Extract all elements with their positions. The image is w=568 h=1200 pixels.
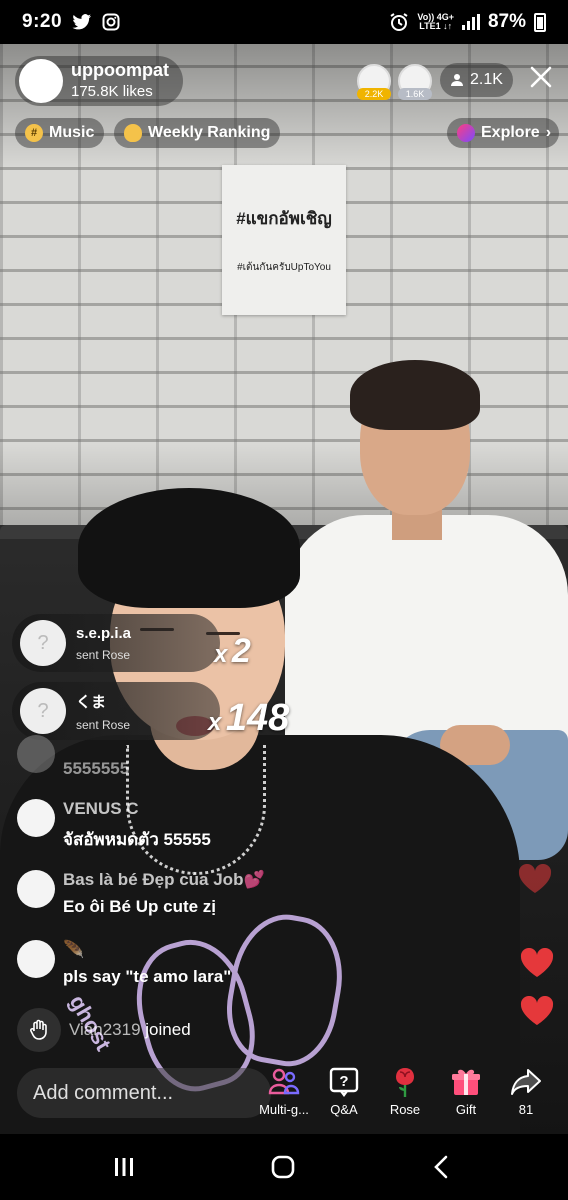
battery-icon bbox=[534, 12, 546, 32]
music-chip-label: Music bbox=[49, 124, 95, 141]
wave-icon bbox=[17, 1008, 61, 1052]
comment-text: Eo ôi Bé Up cute zị bbox=[63, 897, 217, 916]
rose-icon bbox=[375, 1066, 435, 1098]
gift-count-number: 148 bbox=[225, 697, 290, 739]
chevron-right-icon: › bbox=[545, 124, 552, 141]
joined-username[interactable]: Vian2319 bbox=[69, 1020, 141, 1039]
explore-label: Explore bbox=[481, 124, 540, 141]
comment-item[interactable]: VENUS C จัสอัพหมดตัว 55555 bbox=[17, 799, 211, 853]
rose-label: Rose bbox=[389, 1102, 421, 1117]
gift-banner[interactable]: ? くま sent Rose bbox=[12, 682, 220, 740]
gift-icon bbox=[436, 1066, 496, 1098]
close-icon bbox=[530, 66, 552, 88]
signal-icon bbox=[461, 14, 480, 30]
share-count: 81 bbox=[518, 1102, 534, 1117]
joined-suffix: joined bbox=[140, 1020, 191, 1039]
gift-count-prefix: x bbox=[214, 641, 228, 668]
host-profile[interactable]: uppoompat 175.8K likes bbox=[15, 56, 183, 106]
gift-action: sent Rose bbox=[76, 717, 131, 732]
comment-text: 5555555 bbox=[63, 759, 130, 778]
comment-username[interactable]: 🪶 bbox=[63, 940, 231, 960]
qa-icon: ? bbox=[314, 1066, 374, 1098]
multi-guest-icon bbox=[254, 1066, 314, 1098]
weekly-ranking-label: Weekly Ranking bbox=[148, 124, 271, 141]
recent-apps-icon bbox=[115, 1158, 133, 1176]
viewer-count[interactable]: 2.1K bbox=[440, 63, 513, 97]
poster-line-1: #แขกอัพเชิญ bbox=[236, 209, 332, 228]
join-notification: Vian2319 joined bbox=[17, 1008, 191, 1052]
person-front-hair bbox=[78, 488, 300, 608]
close-button[interactable] bbox=[526, 63, 556, 97]
gift-sender-avatar: ? bbox=[20, 688, 66, 734]
comment-avatar[interactable] bbox=[17, 799, 55, 837]
share-button[interactable]: 81 bbox=[496, 1066, 556, 1117]
gift-button[interactable]: Gift bbox=[436, 1066, 496, 1117]
comment-avatar[interactable] bbox=[17, 870, 55, 908]
multi-guest-button[interactable]: Multi-g... bbox=[254, 1066, 314, 1117]
svg-text:?: ? bbox=[339, 1073, 348, 1090]
comment-input[interactable]: Add comment... bbox=[17, 1068, 271, 1118]
explore-chip[interactable]: Explore › bbox=[447, 118, 560, 148]
instagram-icon bbox=[102, 13, 120, 31]
status-bar: 9:20 Vo)) 4G+ LTE1 ↓↑ 87% bbox=[0, 0, 568, 44]
comment-item[interactable]: 🪶 pls say "te amo lara" bbox=[17, 940, 231, 987]
multi-guest-label: Multi-g... bbox=[259, 1102, 309, 1117]
comment-item[interactable]: Bas là bé Đẹp của Job💕 Eo ôi Bé Up cute … bbox=[17, 870, 265, 917]
person-icon bbox=[451, 74, 464, 86]
alarm-icon bbox=[390, 13, 408, 31]
qa-button[interactable]: ? Q&A bbox=[314, 1066, 374, 1117]
host-likes: 175.8K likes bbox=[71, 83, 153, 100]
recent-apps-button[interactable] bbox=[104, 1152, 144, 1182]
comment-username[interactable]: VENUS C bbox=[63, 799, 211, 819]
explore-icon bbox=[457, 124, 475, 142]
medal-icon bbox=[124, 124, 142, 142]
comment-item[interactable]: 5555555 bbox=[17, 735, 129, 779]
poster-line-2: #เต้นกันครับUpToYou bbox=[237, 262, 331, 273]
gift-sender-avatar: ? bbox=[20, 620, 66, 666]
comment-text: pls say "te amo lara" bbox=[63, 967, 232, 986]
comment-username[interactable]: Bas là bé Đẹp của Job💕 bbox=[63, 870, 265, 890]
viewer-count-text: 2.1K bbox=[470, 71, 503, 88]
top-viewer-badge: 2.2K bbox=[357, 88, 391, 100]
person-back-shirt bbox=[285, 515, 568, 765]
home-icon bbox=[271, 1155, 295, 1179]
heart-icon bbox=[518, 864, 552, 893]
comment-avatar[interactable] bbox=[17, 940, 55, 978]
gift-banner[interactable]: ? s.e.p.i.a sent Rose bbox=[12, 614, 220, 672]
weekly-ranking-chip[interactable]: Weekly Ranking bbox=[114, 118, 281, 148]
wall-poster: #แขกอัพเชิญ #เต้นกันครับUpToYou bbox=[222, 165, 346, 315]
gift-action: sent Rose bbox=[76, 647, 131, 662]
network-indicator: Vo)) 4G+ LTE1 ↓↑ bbox=[417, 13, 454, 31]
host-name: uppoompat bbox=[71, 60, 169, 80]
network-bottom-text: LTE1 ↓↑ bbox=[419, 21, 453, 31]
battery-percent: 87% bbox=[487, 11, 526, 32]
qa-label: Q&A bbox=[330, 1102, 358, 1117]
gift-count: x 148 bbox=[208, 697, 289, 740]
gift-sender-name: s.e.p.i.a bbox=[76, 624, 132, 642]
music-chip[interactable]: # Music bbox=[15, 118, 105, 148]
home-button[interactable] bbox=[263, 1152, 303, 1182]
person-back-hair bbox=[350, 360, 480, 430]
rose-button[interactable]: Rose bbox=[375, 1066, 435, 1117]
system-nav-bar bbox=[0, 1134, 568, 1200]
comment-avatar[interactable] bbox=[17, 735, 55, 773]
heart-icon bbox=[520, 948, 554, 977]
back-button[interactable] bbox=[421, 1152, 461, 1182]
gift-count-number: 2 bbox=[231, 632, 251, 670]
back-icon bbox=[434, 1155, 448, 1179]
status-time: 9:20 bbox=[22, 11, 63, 32]
gift-count-prefix: x bbox=[208, 709, 222, 736]
hashtag-icon: # bbox=[25, 124, 43, 142]
heart-icon bbox=[520, 996, 554, 1025]
share-icon bbox=[496, 1066, 556, 1098]
host-avatar[interactable] bbox=[19, 59, 63, 103]
gift-label: Gift bbox=[455, 1102, 477, 1117]
top-viewer-badge: 1.6K bbox=[398, 88, 432, 100]
twitter-icon bbox=[72, 14, 92, 30]
gift-sender-name: くま bbox=[76, 693, 107, 711]
gift-count: x 2 bbox=[214, 632, 251, 671]
comment-text: จัสอัพหมดตัว 55555 bbox=[63, 830, 211, 849]
